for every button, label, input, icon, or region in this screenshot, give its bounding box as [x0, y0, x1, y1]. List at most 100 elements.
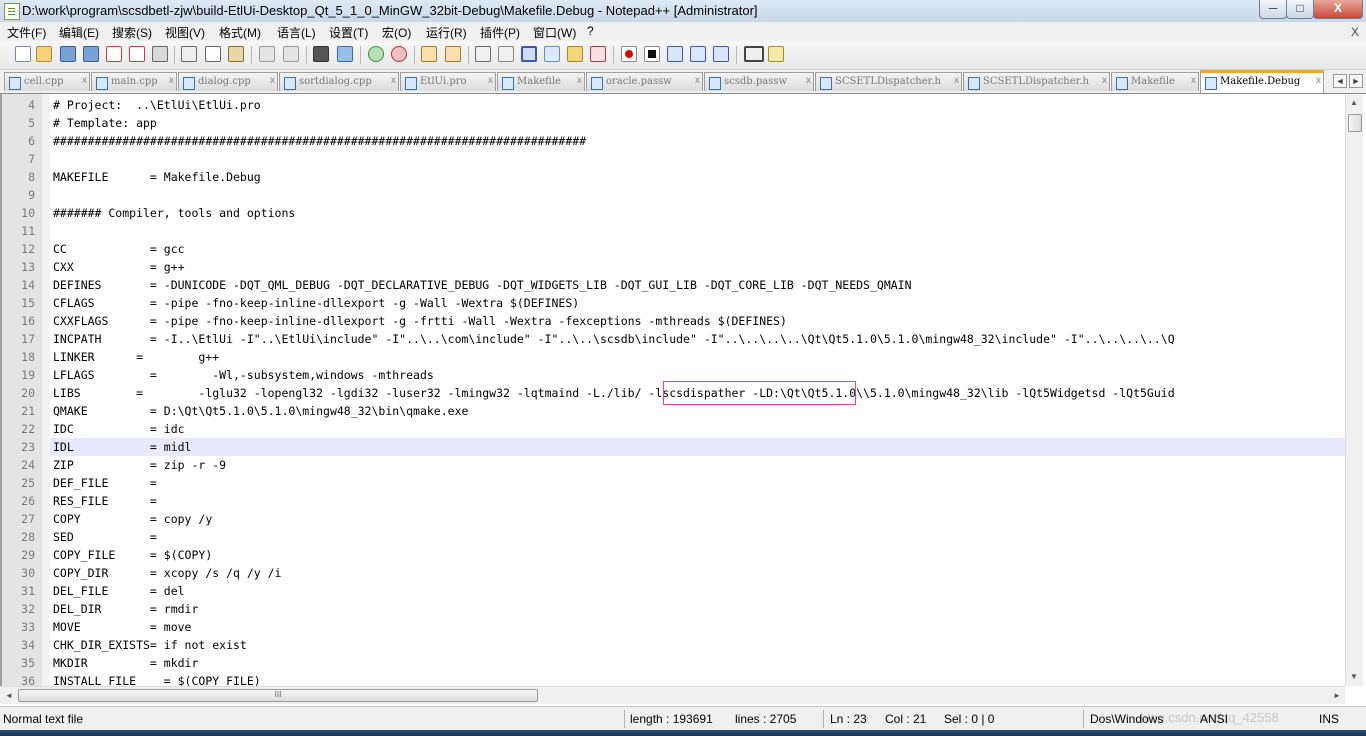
code-line[interactable]: CC = gcc [53, 240, 185, 258]
editor-pane[interactable]: 4 # Project: ..\EtlUi\EtlUi.pro 5 # Templat… [0, 94, 1345, 686]
code-line[interactable]: ZIP = zip -r -9 [53, 456, 226, 474]
menu-macro[interactable]: 宏(O) [382, 24, 411, 41]
open-file-icon[interactable] [36, 46, 52, 62]
menu-format[interactable]: 格式(M) [219, 24, 261, 41]
tab-makefile-debug[interactable]: Makefile.Debug x [1200, 70, 1324, 93]
code-line[interactable]: # Project: ..\EtlUi\EtlUi.pro [53, 96, 261, 114]
trim-icon[interactable] [768, 46, 784, 62]
stop-macro-icon[interactable] [644, 46, 660, 62]
code-line[interactable]: DEF_FILE = [53, 474, 157, 492]
run-macro-multiple-icon[interactable] [690, 46, 706, 62]
tab-makefile[interactable]: Makefile x [497, 72, 585, 91]
code-line[interactable]: ########################################… [53, 132, 586, 150]
paste-icon[interactable] [228, 46, 244, 62]
tab-close-icon[interactable]: x [1191, 75, 1196, 86]
code-line[interactable]: CFLAGS = -pipe -fno-keep-inline-dllexpor… [53, 294, 579, 312]
close-icon[interactable] [106, 46, 122, 62]
code-line[interactable]: COPY = copy /y [53, 510, 212, 528]
code-line[interactable]: ####### Compiler, tools and options [53, 204, 295, 222]
horizontal-scrollbar[interactable]: ◄ III ► [0, 686, 1345, 704]
code-line[interactable]: INCPATH = -I..\EtlUi -I"..\EtlUi\include… [53, 330, 1175, 348]
redo-icon[interactable] [283, 46, 299, 62]
scroll-up-arrow-icon[interactable]: ▲ [1350, 98, 1358, 107]
new-file-icon[interactable] [15, 46, 31, 62]
code-line[interactable]: IDC = idc [53, 420, 185, 438]
code-line[interactable]: CXXFLAGS = -pipe -fno-keep-inline-dllexp… [53, 312, 787, 330]
play-macro-icon[interactable] [667, 46, 683, 62]
horizontal-scroll-thumb[interactable]: III [18, 689, 538, 702]
menu-settings[interactable]: 设置(T) [329, 24, 368, 41]
sync-v-icon[interactable] [421, 46, 437, 62]
scroll-down-arrow-icon[interactable]: ▼ [1350, 672, 1358, 681]
tab-close-icon[interactable]: x [954, 75, 959, 86]
tab-close-icon[interactable]: x [695, 75, 700, 86]
tab-close-icon[interactable]: x [806, 75, 811, 86]
find-icon[interactable] [313, 46, 329, 62]
maximize-button[interactable]: □ [1286, 0, 1314, 19]
cut-icon[interactable] [181, 46, 197, 62]
save-macro-icon[interactable] [713, 46, 729, 62]
tab-close-icon[interactable]: x [1316, 75, 1321, 86]
save-all-icon[interactable] [83, 46, 99, 62]
code-line[interactable]: IDL = midl [53, 438, 191, 456]
code-line[interactable]: MOVE = move [53, 618, 191, 636]
replace-icon[interactable] [337, 46, 353, 62]
show-all-chars-icon[interactable] [498, 46, 514, 62]
indent-guide-icon[interactable] [521, 46, 537, 62]
tab-oracle-passwd[interactable]: oracle.passw x [586, 72, 703, 91]
scroll-left-arrow-icon[interactable]: ◄ [5, 691, 13, 700]
status-insert-mode[interactable]: INS [1319, 712, 1339, 726]
tab-close-icon[interactable]: x [488, 75, 493, 86]
tab-scsetldispatcher-h-2[interactable]: SCSETLDispatcher.h x [963, 72, 1110, 91]
copy-icon[interactable] [205, 46, 221, 62]
menu-plugins[interactable]: 插件(P) [480, 24, 520, 41]
tab-makefile-2[interactable]: Makefile x [1111, 72, 1199, 91]
tab-main-cpp[interactable]: main.cpp x [91, 72, 177, 91]
record-macro-icon[interactable] [621, 46, 637, 62]
menu-language[interactable]: 语言(L) [277, 24, 316, 41]
word-wrap-icon[interactable] [475, 46, 491, 62]
doc-map-icon[interactable] [567, 46, 583, 62]
menu-edit[interactable]: 编辑(E) [59, 24, 99, 41]
notepadpp-app-icon[interactable] [4, 3, 20, 20]
scroll-right-arrow-icon[interactable]: ► [1333, 691, 1341, 700]
code-line[interactable]: DEL_DIR = rmdir [53, 600, 198, 618]
minimize-button[interactable]: ─ [1259, 0, 1287, 19]
code-line[interactable]: COPY_FILE = $(COPY) [53, 546, 212, 564]
tab-close-icon[interactable]: x [270, 75, 275, 86]
code-line[interactable]: INSTALL_FILE = $(COPY_FILE) [53, 672, 261, 686]
code-line[interactable]: RES_FILE = [53, 492, 157, 510]
code-line[interactable]: LFLAGS = -Wl,-subsystem,windows -mthread… [53, 366, 434, 384]
menu-view[interactable]: 视图(V) [165, 24, 205, 41]
code-line[interactable]: MAKEFILE = Makefile.Debug [53, 168, 261, 186]
tab-scsdb-passwd[interactable]: scsdb.passw x [704, 72, 814, 91]
zoom-out-icon[interactable] [391, 46, 407, 62]
tab-dialog-cpp[interactable]: dialog.cpp x [178, 72, 278, 91]
menu-help[interactable]: ? [587, 24, 594, 38]
tab-etlui-pro[interactable]: EtlUi.pro x [400, 72, 496, 91]
tab-cell-cpp[interactable]: cell.cpp x [4, 72, 90, 91]
status-encoding[interactable]: ANSI [1200, 712, 1228, 726]
tab-scroll-left-button[interactable]: ◄ [1333, 74, 1347, 88]
close-document-button[interactable]: X [1351, 25, 1359, 39]
lang-icon[interactable] [544, 46, 560, 62]
tab-sortdialog-cpp[interactable]: sortdialog.cpp x [279, 72, 399, 91]
close-all-icon[interactable] [129, 46, 145, 62]
code-line[interactable]: LIBS = -lglu32 -lopengl32 -lgdi32 -luser… [53, 384, 1175, 402]
code-line[interactable]: MKDIR = mkdir [53, 654, 198, 672]
tab-scroll-right-button[interactable]: ► [1349, 74, 1363, 88]
tab-close-icon[interactable]: x [391, 75, 396, 86]
menu-run[interactable]: 运行(R) [426, 24, 467, 41]
code-line[interactable]: CHK_DIR_EXISTS= if not exist [53, 636, 247, 654]
tab-close-icon[interactable]: x [169, 75, 174, 86]
vertical-scrollbar[interactable]: ▲ ▼ [1345, 94, 1363, 686]
code-line[interactable]: COPY_DIR = xcopy /s /q /y /i [53, 564, 281, 582]
print-icon[interactable] [152, 46, 168, 62]
spell-check-icon[interactable] [744, 46, 764, 62]
code-line[interactable]: DEL_FILE = del [53, 582, 185, 600]
tab-close-icon[interactable]: x [577, 75, 582, 86]
close-window-button[interactable]: X [1313, 0, 1363, 19]
function-list-icon[interactable] [590, 46, 606, 62]
sync-h-icon[interactable] [445, 46, 461, 62]
tab-close-icon[interactable]: x [82, 75, 87, 86]
